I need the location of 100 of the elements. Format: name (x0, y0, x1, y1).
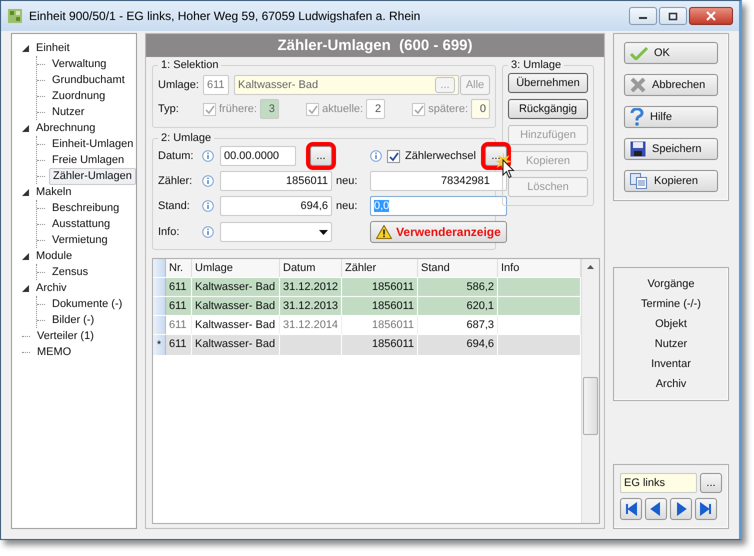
tree-item[interactable]: Einheit-Umlagen (49, 136, 136, 152)
table-cell: 694,6 (418, 335, 498, 355)
tree-item[interactable]: Vermietung (49, 232, 111, 248)
table-row[interactable]: * 611 Kaltwasser- Bad 1856011 694,6 (153, 335, 581, 354)
tree-item[interactable]: Einheit (33, 40, 73, 56)
table-row[interactable]: 611 Kaltwasser- Bad 31.12.2012 1856011 586,2 (153, 278, 581, 297)
tree-item[interactable]: Ausstattung (49, 216, 114, 232)
expanded-icon[interactable] (22, 284, 29, 292)
column-header[interactable]: Umlage (192, 259, 280, 277)
tree-item[interactable]: Nutzer (49, 104, 88, 120)
unit-field[interactable]: EG links (620, 473, 697, 493)
tree-item[interactable]: Zensus (49, 264, 92, 280)
checkbox[interactable] (412, 102, 426, 116)
table-cell: 31.12.2014 (280, 316, 342, 334)
table-cell: 620,1 (418, 297, 498, 315)
info-icon[interactable] (202, 200, 214, 212)
dialog-button[interactable]: Hilfe (624, 106, 718, 128)
table-cell: Kaltwasser- Bad (192, 335, 280, 355)
table-row[interactable]: 611 Kaltwasser- Bad 31.12.2013 1856011 620,1 (153, 297, 581, 316)
checkbox[interactable] (387, 150, 400, 162)
close-button[interactable] (689, 7, 733, 25)
maximize-button[interactable] (659, 7, 687, 25)
minimize-button[interactable] (629, 7, 657, 25)
count-field[interactable]: 3 (260, 99, 279, 119)
scroll-thumb[interactable] (583, 377, 598, 435)
nav-link[interactable]: Termine (-/-) (641, 294, 701, 314)
expanded-icon[interactable] (22, 124, 29, 132)
code-field[interactable]: 611 (203, 75, 229, 95)
expanded-icon[interactable] (22, 44, 29, 52)
table-row[interactable]: 611 Kaltwasser- Bad 31.12.2014 1856011 687,3 (153, 316, 581, 335)
user-display-button[interactable]: Verwenderanzeige (370, 221, 507, 243)
action-button[interactable]: Rückgängig (508, 99, 588, 119)
tree-item[interactable]: Archiv (33, 280, 70, 296)
tree-item[interactable]: Freie Umlagen (49, 152, 128, 168)
checkbox[interactable] (203, 102, 216, 116)
scrollbar[interactable] (581, 259, 599, 523)
info-icon[interactable] (202, 175, 214, 187)
info-icon[interactable] (202, 226, 214, 238)
field-label: Typ: (158, 103, 180, 115)
new-meter-field[interactable]: 78342981 (370, 171, 507, 191)
expanded-icon[interactable] (22, 252, 29, 260)
tree-item[interactable]: Verteiler (1) (34, 328, 97, 344)
browse-button[interactable]: ... (700, 473, 722, 493)
dialog-button[interactable]: Speichern (624, 138, 718, 160)
field-label: Umlage: (158, 79, 198, 91)
table-cell: Kaltwasser- Bad (192, 297, 280, 315)
tree-item[interactable]: Makeln (33, 184, 74, 200)
group-title: 1: Selektion (160, 59, 220, 71)
nav-link[interactable]: Inventar (651, 354, 691, 374)
row-header (153, 316, 166, 334)
tree-item[interactable]: Bilder (-) (49, 312, 98, 328)
column-header[interactable]: Stand (418, 259, 498, 277)
action-button[interactable]: Übernehmen (508, 73, 588, 93)
question-mark-icon (630, 108, 644, 126)
table-cell: 586,2 (418, 278, 498, 296)
table-cell: 1856011 (342, 278, 418, 296)
prev-record-button[interactable] (645, 498, 667, 520)
tree-item[interactable]: Grundbuchamt (49, 72, 128, 88)
table-cell: 31.12.2012 (280, 278, 342, 296)
tree-item[interactable]: Dokumente (-) (49, 296, 126, 312)
row-header: * (153, 335, 166, 355)
reading-field[interactable]: 694,6 (220, 196, 332, 216)
window-title: Einheit 900/50/1 - EG links, Hoher Weg 59, 67059 Ludwigshafen a. Rhein (29, 9, 422, 23)
expanded-icon[interactable] (22, 188, 29, 196)
dialog-button[interactable]: Abbrechen (624, 74, 718, 96)
field-label: neu: (336, 200, 358, 212)
tree-item[interactable]: Module (33, 248, 76, 264)
checkbox[interactable] (306, 102, 320, 116)
column-header[interactable]: Info (498, 259, 581, 277)
nav-link[interactable]: Archiv (656, 374, 686, 394)
scroll-up-icon[interactable] (587, 265, 594, 269)
nav-link[interactable]: Vorgänge (647, 274, 695, 294)
group-title: 3: Umlage (510, 59, 562, 71)
table-cell: Kaltwasser- Bad (192, 278, 280, 296)
count-field[interactable]: 0 (471, 99, 490, 119)
column-header[interactable]: Datum (280, 259, 342, 277)
dialog-button[interactable]: Kopieren (624, 170, 718, 192)
tree-item[interactable]: MEMO (34, 344, 74, 360)
last-record-button[interactable] (695, 498, 717, 520)
tree-item[interactable]: Zuordnung (49, 88, 108, 104)
table-cell: 1856011 (342, 335, 418, 355)
info-icon[interactable] (202, 150, 214, 162)
field-label: Stand: (158, 200, 191, 212)
meter-field[interactable]: 1856011 (220, 171, 332, 191)
row-header (153, 297, 166, 315)
tree-item[interactable]: Verwaltung (49, 56, 110, 72)
count-field[interactable]: 2 (366, 99, 386, 119)
tree-item[interactable]: Zähler-Umlagen (49, 168, 136, 184)
date-field[interactable]: 00.00.0000 (220, 146, 296, 166)
column-header[interactable]: Nr. (166, 259, 192, 277)
field-label: Info: (158, 226, 180, 238)
next-record-button[interactable] (670, 498, 692, 520)
nav-link[interactable]: Objekt (655, 314, 687, 334)
dialog-button[interactable]: OK (624, 42, 718, 64)
column-header[interactable]: Zähler (342, 259, 418, 277)
tree-item[interactable]: Abrechnung (33, 120, 98, 136)
info-icon[interactable] (370, 150, 382, 162)
tree-item[interactable]: Beschreibung (49, 200, 122, 216)
first-record-button[interactable] (620, 498, 642, 520)
nav-link[interactable]: Nutzer (654, 334, 688, 354)
